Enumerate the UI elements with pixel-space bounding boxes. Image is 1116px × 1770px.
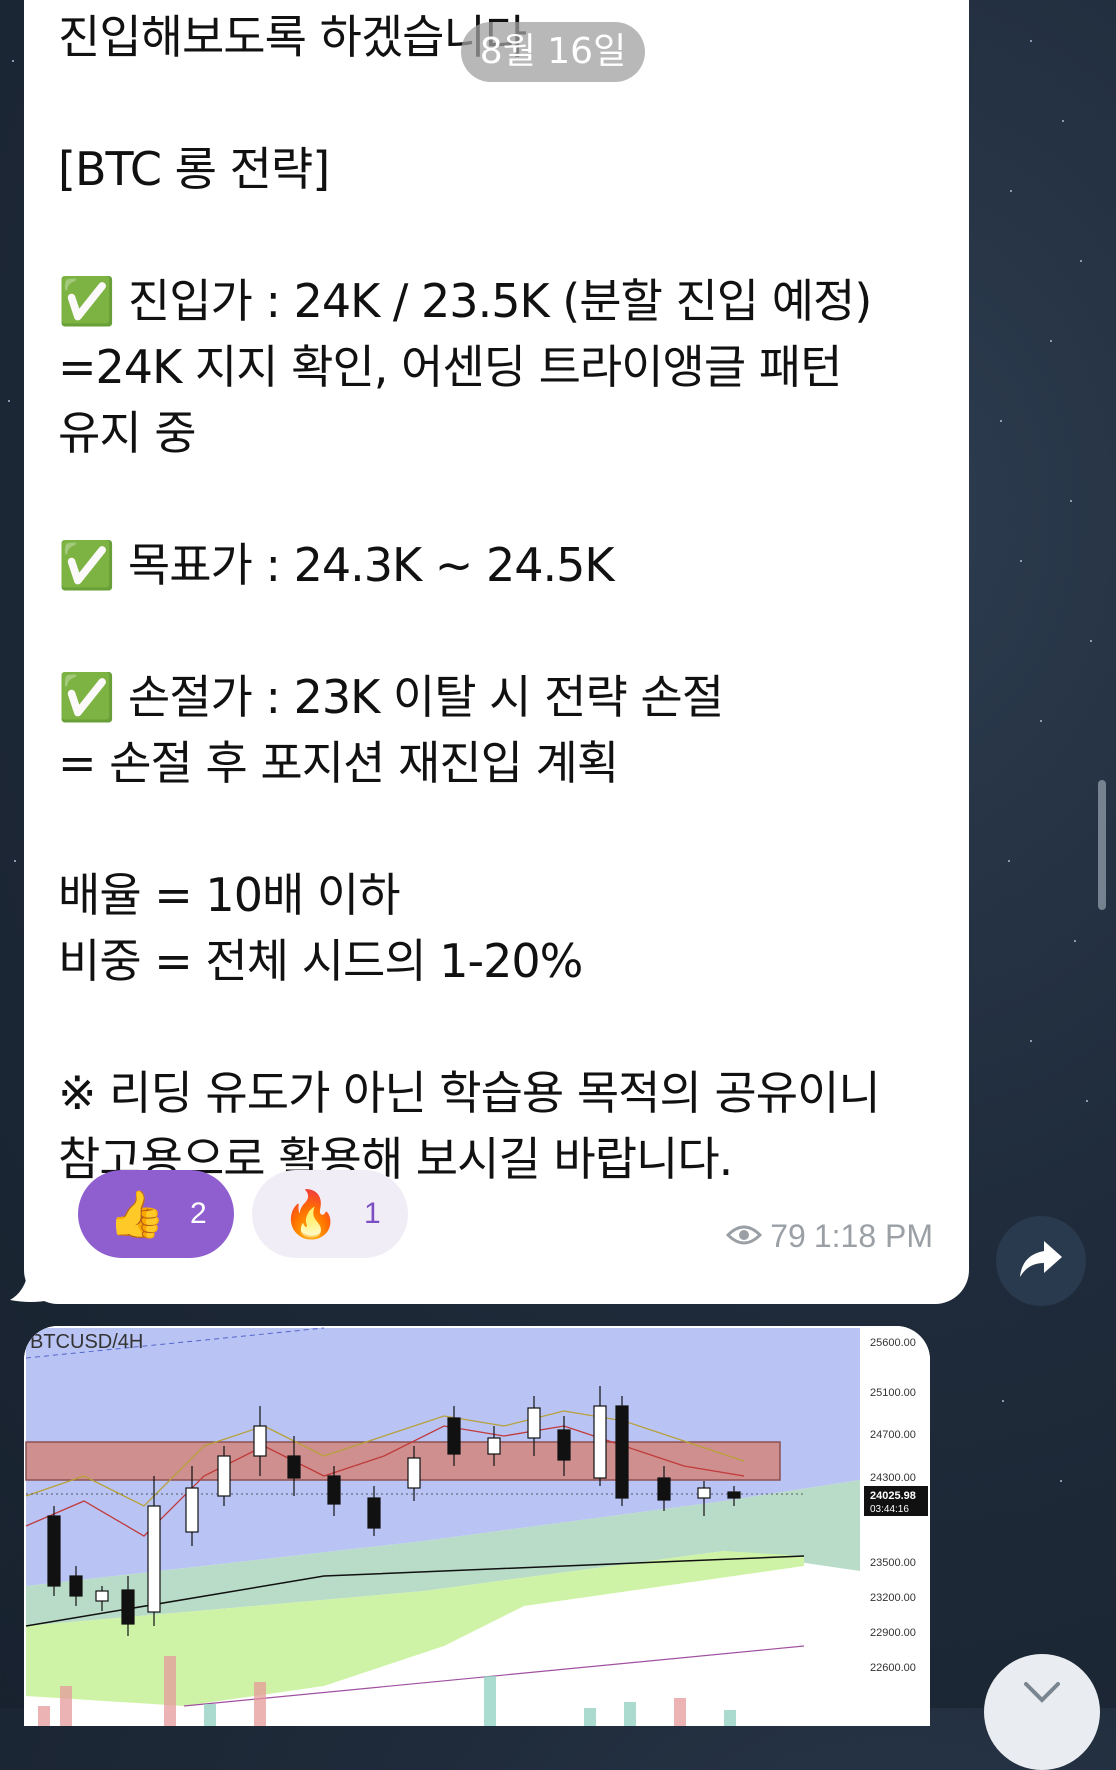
price-label: 25100.00 bbox=[870, 1387, 916, 1399]
price-label: 22900.00 bbox=[870, 1627, 916, 1639]
reaction-fire[interactable]: 🔥 1 bbox=[252, 1170, 408, 1258]
price-label: 23500.00 bbox=[870, 1557, 916, 1569]
view-count: 79 bbox=[770, 1218, 806, 1254]
message-time: 1:18 PM bbox=[813, 1218, 933, 1254]
current-price-label: 24025.98 bbox=[870, 1490, 916, 1502]
price-label: 24700.00 bbox=[870, 1429, 916, 1441]
countdown-label: 03:44:16 bbox=[870, 1504, 909, 1515]
chart-photo[interactable]: 25600.00 25100.00 24700.00 24300.00 2350… bbox=[24, 1326, 930, 1726]
chevron-down-icon bbox=[1022, 1680, 1062, 1770]
eye-icon bbox=[726, 1218, 763, 1255]
message-text: 진입해보도록 하겠습니다 [BTC 롱 전략] ✅ 진입가 : 24K / 23… bbox=[58, 10, 881, 1186]
chart-symbol: BTCUSD/4H bbox=[30, 1331, 143, 1353]
price-label: 23200.00 bbox=[870, 1592, 916, 1604]
reaction-count: 2 bbox=[190, 1197, 207, 1230]
scroll-down-button[interactable] bbox=[984, 1654, 1100, 1770]
fire-icon: 🔥 bbox=[282, 1187, 340, 1240]
reaction-count: 1 bbox=[364, 1197, 381, 1230]
share-arrow-icon bbox=[1018, 1239, 1064, 1284]
price-label: 22600.00 bbox=[870, 1662, 916, 1674]
price-label: 25600.00 bbox=[870, 1337, 916, 1349]
thumbs-up-icon: 👍 bbox=[108, 1187, 166, 1240]
reaction-thumbs-up[interactable]: 👍 2 bbox=[78, 1170, 234, 1258]
message-meta: 79 1:18 PM bbox=[726, 1218, 933, 1255]
bubble-tail bbox=[10, 1260, 50, 1302]
forward-button[interactable] bbox=[996, 1216, 1086, 1306]
price-label: 24300.00 bbox=[870, 1472, 916, 1484]
scrollbar-thumb[interactable] bbox=[1098, 780, 1106, 910]
message-bubble: 진입해보도록 하겠습니다 [BTC 롱 전략] ✅ 진입가 : 24K / 23… bbox=[24, 0, 969, 1304]
btc-chart-image: 25600.00 25100.00 24700.00 24300.00 2350… bbox=[24, 1326, 930, 1726]
date-pill: 8월 16일 bbox=[461, 22, 645, 82]
